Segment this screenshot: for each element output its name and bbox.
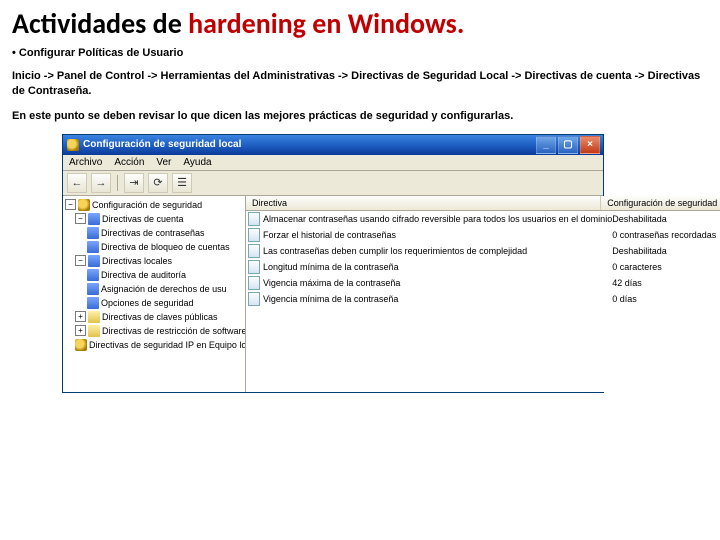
subtitle-bullet: • Configurar Políticas de Usuario [12,47,708,59]
policy-icon [248,292,260,306]
toolbar-forward-icon[interactable]: → [91,173,111,193]
policy-icon [248,228,260,242]
policy-icon [248,260,260,274]
mmc-tree: − Configuración de seguridad − Directiva… [63,196,246,392]
list-row[interactable]: Vigencia mínima de la contraseña 0 días [246,291,720,307]
list-row[interactable]: Vigencia máxima de la contraseña 42 días [246,275,720,291]
toolbar-refresh-icon[interactable]: ⟳ [148,173,168,193]
list-header: Directiva Configuración de seguridad [246,196,720,211]
policy-icon [248,276,260,290]
toolbar-export-icon[interactable]: ⇥ [124,173,144,193]
toolbar-properties-icon[interactable]: ☰ [172,173,192,193]
app-icon [67,139,79,151]
list-row[interactable]: Almacenar contraseñas usando cifrado rev… [246,211,720,227]
policy-icon [248,212,260,226]
tree-lockout-policies[interactable]: Directiva de bloqueo de cuentas [65,240,245,254]
tree-software-restriction[interactable]: + Directivas de restricción de software [65,324,245,338]
toolbar-back-icon[interactable]: ← [67,173,87,193]
window-title: Configuración de seguridad local [83,139,532,150]
tree-account-policies[interactable]: − Directivas de cuenta [65,212,245,226]
tree-security-options[interactable]: Opciones de seguridad [65,296,245,310]
mmc-list: Directiva Configuración de seguridad Alm… [246,196,720,392]
slide-title: Actividades de hardening en Windows. [12,6,708,41]
column-directiva[interactable]: Directiva [246,196,601,210]
tree-ip-security[interactable]: Directivas de seguridad IP en Equipo lo [65,338,245,352]
window-minimize-button[interactable]: _ [536,136,556,154]
mmc-toolbar: ← → ⇥ ⟳ ☰ [63,171,603,196]
list-row[interactable]: Forzar el historial de contraseñas 0 con… [246,227,720,243]
tree-password-policies[interactable]: Directivas de contraseñas [65,226,245,240]
menu-ayuda[interactable]: Ayuda [183,157,211,168]
tree-local-policies[interactable]: − Directivas locales [65,254,245,268]
toolbar-separator [117,175,118,191]
menu-ver[interactable]: Ver [156,157,171,168]
window-maximize-button[interactable]: ▢ [558,136,578,154]
tree-audit-policy[interactable]: Directiva de auditoría [65,268,245,282]
path-paragraph: Inicio -> Panel de Control -> Herramient… [12,69,708,99]
column-config[interactable]: Configuración de seguridad [601,196,720,210]
list-row[interactable]: Las contraseñas deben cumplir los requer… [246,243,720,259]
menu-archivo[interactable]: Archivo [69,157,102,168]
menu-accion[interactable]: Acción [114,157,144,168]
tree-public-key-policies[interactable]: + Directivas de claves públicas [65,310,245,324]
tree-root[interactable]: − Configuración de seguridad [65,198,245,212]
window-close-button[interactable]: × [580,136,600,154]
mmc-titlebar: Configuración de seguridad local _ ▢ × [63,135,603,155]
mmc-window: Configuración de seguridad local _ ▢ × A… [62,134,604,393]
note-paragraph: En este punto se deben revisar lo que di… [12,109,708,124]
policy-icon [248,244,260,258]
tree-user-rights[interactable]: Asignación de derechos de usu [65,282,245,296]
list-row[interactable]: Longitud mínima de la contraseña 0 carac… [246,259,720,275]
mmc-menubar: Archivo Acción Ver Ayuda [63,155,603,171]
